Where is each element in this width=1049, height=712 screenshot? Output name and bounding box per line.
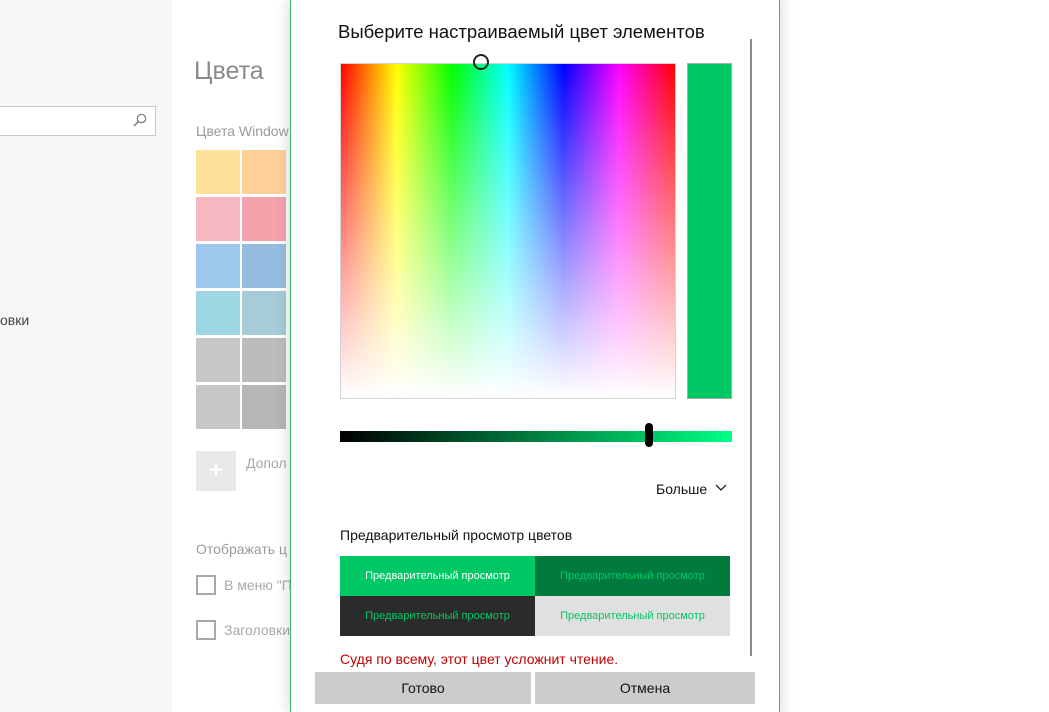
more-options-toggle[interactable]: Больше	[656, 479, 727, 497]
preview-dark-theme: Предварительный просмотр	[340, 596, 535, 636]
color-swatch[interactable]	[196, 244, 240, 288]
done-button[interactable]: Готово	[315, 672, 531, 704]
color-spectrum[interactable]	[340, 63, 676, 399]
more-label: Больше	[656, 481, 708, 497]
color-swatch[interactable]	[242, 150, 286, 194]
chevron-down-icon	[715, 479, 727, 495]
show-accent-label: Отображать ц	[196, 541, 287, 557]
color-swatch[interactable]	[242, 291, 286, 335]
titlebars-checkbox-label[interactable]: Заголовки	[224, 622, 290, 638]
color-swatch[interactable]	[196, 291, 240, 335]
nav-pane: овки	[0, 0, 172, 712]
plus-icon: +	[207, 454, 225, 485]
start-menu-checkbox-label[interactable]: В меню "П	[224, 577, 292, 593]
preview-light-theme: Предварительный просмотр	[535, 596, 730, 636]
search-input[interactable]	[0, 106, 156, 136]
preview-accent-light-text: Предварительный просмотр	[340, 556, 535, 596]
dialog-title: Выберите настраиваемый цвет элементов	[338, 21, 705, 42]
selected-color-preview	[687, 63, 732, 399]
color-swatch[interactable]	[242, 244, 286, 288]
add-custom-color-button[interactable]: +	[196, 451, 236, 491]
dialog-scrollbar[interactable]	[750, 39, 752, 656]
color-swatch[interactable]	[196, 385, 240, 429]
color-picker-handle[interactable]	[473, 54, 489, 70]
search-icon[interactable]	[133, 113, 147, 127]
page-title: Цвета	[194, 57, 264, 85]
preview-dark-accent: Предварительный просмотр	[535, 556, 730, 596]
start-menu-checkbox[interactable]	[196, 575, 216, 595]
contrast-warning: Судя по всему, этот цвет усложнит чтение…	[340, 651, 619, 667]
add-custom-color-label[interactable]: Допол	[246, 455, 287, 471]
preview-heading: Предварительный просмотр цветов	[340, 527, 573, 543]
custom-color-dialog: Выберите настраиваемый цвет элементов Бо…	[290, 0, 780, 712]
color-swatch[interactable]	[196, 197, 240, 241]
titlebars-checkbox[interactable]	[196, 620, 216, 640]
color-swatch[interactable]	[196, 150, 240, 194]
color-swatch[interactable]	[242, 385, 286, 429]
windows-colors-label: Цвета Window	[196, 123, 289, 139]
color-swatch[interactable]	[242, 197, 286, 241]
nav-item-titlebars[interactable]: овки	[0, 312, 29, 328]
brightness-slider-thumb[interactable]	[645, 423, 653, 447]
cancel-button[interactable]: Отмена	[535, 672, 755, 704]
brightness-slider[interactable]	[340, 431, 732, 442]
color-swatch[interactable]	[242, 338, 286, 382]
color-swatch[interactable]	[196, 338, 240, 382]
